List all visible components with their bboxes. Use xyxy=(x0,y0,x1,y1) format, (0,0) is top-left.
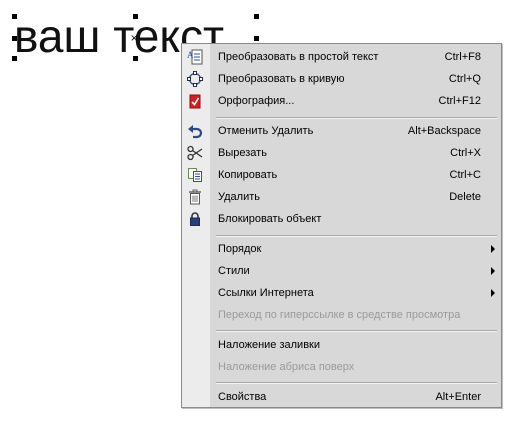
menu-item-follow-hyperlink: Переход по гиперссылке в средстве просмо… xyxy=(182,304,501,326)
submenu-arrow-icon xyxy=(491,245,495,253)
menu-separator xyxy=(216,235,497,237)
menu-item-internet-links[interactable]: Ссылки Интернета xyxy=(182,282,501,304)
menu-item-lock-object[interactable]: Блокировать объект xyxy=(182,208,501,230)
menu-item-label: Вырезать xyxy=(218,147,267,159)
selection-handle[interactable] xyxy=(254,14,259,19)
selection-handle[interactable] xyxy=(12,14,17,19)
menu-item-copy[interactable]: Копировать Ctrl+C xyxy=(182,164,501,186)
menu-item-label: Наложение заливки xyxy=(218,339,320,351)
menu-item-styles[interactable]: Стили xyxy=(182,260,501,282)
menu-item-shortcut: Ctrl+Q xyxy=(448,73,481,85)
menu-item-delete[interactable]: Удалить Delete xyxy=(182,186,501,208)
menu-item-label: Преобразовать в кривую xyxy=(218,73,345,85)
menu-item-order[interactable]: Порядок xyxy=(182,238,501,260)
text-convert-icon: A xyxy=(187,49,203,65)
menu-item-shortcut: Delete xyxy=(449,191,481,203)
menu-separator xyxy=(216,117,497,119)
menu-item-convert-to-curves[interactable]: Преобразовать в кривую Ctrl+Q xyxy=(182,68,501,90)
menu-item-undo-delete[interactable]: Отменить Удалить Alt+Backspace xyxy=(182,120,501,142)
menu-item-shortcut: Alt+Backspace xyxy=(407,125,481,137)
menu-item-label: Отменить Удалить xyxy=(218,125,314,137)
lock-icon xyxy=(187,211,203,227)
submenu-arrow-icon xyxy=(491,267,495,275)
undo-icon xyxy=(187,123,203,139)
submenu-arrow-icon xyxy=(491,289,495,297)
menu-item-label: Орфография... xyxy=(218,95,295,107)
menu-item-label: Порядок xyxy=(218,243,262,255)
menu-item-label: Свойства xyxy=(218,391,267,403)
menu-item-properties[interactable]: Свойства Alt+Enter xyxy=(182,386,501,408)
menu-item-shortcut: Alt+Enter xyxy=(435,391,481,403)
center-mark-icon: × xyxy=(130,33,139,44)
menu-item-label: Стили xyxy=(218,265,250,277)
context-menu: A Преобразовать в простой текст Ctrl+F8 … xyxy=(181,43,502,408)
menu-item-shortcut: Ctrl+X xyxy=(450,147,481,159)
menu-item-overprint-outline: Наложение абриса поверх xyxy=(182,356,501,378)
menu-item-label: Блокировать объект xyxy=(218,213,322,225)
menu-separator xyxy=(216,382,497,384)
selection-handle[interactable] xyxy=(133,14,138,19)
selection-handle[interactable] xyxy=(12,36,17,41)
menu-item-overprint-fill[interactable]: Наложение заливки xyxy=(182,334,501,356)
selection-handle[interactable] xyxy=(12,56,17,61)
menu-item-spelling[interactable]: Орфография... Ctrl+F12 xyxy=(182,90,501,112)
spellcheck-icon xyxy=(187,93,203,109)
menu-item-convert-to-plain-text[interactable]: A Преобразовать в простой текст Ctrl+F8 xyxy=(182,46,501,68)
menu-item-label: Ссылки Интернета xyxy=(218,287,314,299)
menu-item-shortcut: Ctrl+C xyxy=(449,169,481,181)
menu-item-shortcut: Ctrl+F12 xyxy=(438,95,482,107)
menu-separator xyxy=(216,330,497,332)
menu-item-label: Наложение абриса поверх xyxy=(218,361,355,373)
menu-item-cut[interactable]: Вырезать Ctrl+X xyxy=(182,142,501,164)
copy-icon xyxy=(187,167,203,183)
trash-icon xyxy=(187,189,203,205)
menu-item-label: Копировать xyxy=(218,169,278,181)
menu-item-shortcut: Ctrl+F8 xyxy=(444,51,481,63)
svg-text:A: A xyxy=(187,50,194,60)
menu-item-label: Переход по гиперссылке в средстве просмо… xyxy=(218,309,461,321)
scissors-icon xyxy=(187,145,203,161)
menu-item-label: Преобразовать в простой текст xyxy=(218,51,379,63)
selection-handle[interactable] xyxy=(133,56,138,61)
selection-handle[interactable] xyxy=(254,36,259,41)
menu-item-label: Удалить xyxy=(218,191,260,203)
curve-convert-icon xyxy=(187,71,203,87)
